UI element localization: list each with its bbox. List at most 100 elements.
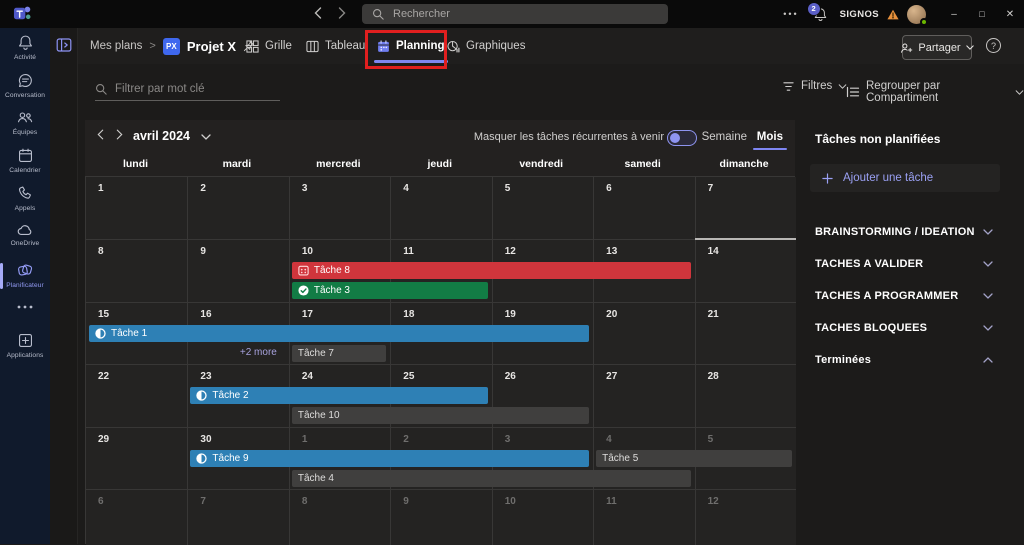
back-icon[interactable]	[314, 7, 322, 19]
bucket-section-header[interactable]: TACHES BLOQUEES	[815, 314, 993, 342]
sidebar-item-Applications[interactable]: Applications	[0, 332, 50, 359]
task-bar[interactable]: Tâche 3	[292, 282, 488, 299]
day-cell[interactable]: 7	[187, 489, 288, 545]
day-cell[interactable]: 29	[86, 427, 187, 489]
add-task-button[interactable]: Ajouter une tâche	[810, 164, 1000, 192]
bucket-section-header[interactable]: Terminées	[815, 346, 993, 374]
task-bar[interactable]: Tâche 7	[292, 345, 386, 362]
task-bar[interactable]: Tâche 4	[292, 470, 691, 487]
task-bar[interactable]: Tâche 2	[190, 387, 487, 404]
person-plus-icon	[900, 42, 913, 54]
day-cell[interactable]: 8	[86, 239, 187, 301]
active-tab-underline	[374, 60, 448, 63]
day-cell[interactable]: 14	[695, 239, 796, 301]
day-number: 25	[403, 371, 414, 382]
org-name: SIGNOS	[840, 9, 879, 20]
help-icon[interactable]: ?	[986, 38, 1001, 53]
day-cell[interactable]: 12	[695, 489, 796, 545]
month-label[interactable]: avril 2024	[133, 129, 190, 143]
day-cell[interactable]: 2	[187, 177, 288, 239]
close-button[interactable]: ✕	[996, 0, 1024, 28]
dots-icon	[17, 305, 33, 309]
day-number: 28	[708, 371, 719, 382]
minimize-button[interactable]: –	[940, 0, 968, 28]
day-number: 11	[606, 496, 617, 507]
tab-graphiques[interactable]: Graphiques	[447, 28, 525, 64]
day-cell[interactable]: 5	[492, 177, 593, 239]
tab-planning[interactable]: Planning	[377, 28, 445, 64]
day-cell[interactable]: 20	[593, 302, 694, 364]
task-bar[interactable]: Tâche 1	[89, 325, 589, 342]
search-input[interactable]: Rechercher	[362, 4, 668, 24]
breadcrumb-my-plans[interactable]: Mes plans	[90, 40, 142, 52]
sidebar-item-OneDrive[interactable]: OneDrive	[0, 222, 50, 247]
bell-icon	[17, 34, 34, 51]
bucket-section-header[interactable]: TACHES A VALIDER	[815, 250, 993, 278]
group-by-dropdown[interactable]: Regrouper par Compartiment	[846, 80, 1024, 104]
day-number: 19	[505, 309, 516, 320]
task-bar[interactable]: Tâche 9	[190, 450, 589, 467]
day-cell[interactable]: 28	[695, 364, 796, 426]
day-number: 23	[200, 371, 211, 382]
day-header-dimanche: dimanche	[694, 158, 795, 170]
keyword-filter-input[interactable]: Filtrer par mot clé	[95, 78, 280, 101]
maximize-button[interactable]: □	[968, 0, 996, 28]
sidebar-item-Conversation[interactable]: Conversation	[0, 72, 50, 99]
day-cell[interactable]: 9	[187, 239, 288, 301]
day-cell[interactable]: 9	[390, 489, 491, 545]
day-cell[interactable]: 6	[86, 489, 187, 545]
day-cell[interactable]: 27	[593, 364, 694, 426]
bucket-section-header[interactable]: BRAINSTORMING / IDEATION	[815, 218, 993, 246]
day-number: 20	[606, 309, 617, 320]
day-cell[interactable]: 7	[695, 177, 796, 239]
chevron-down-icon[interactable]	[983, 325, 993, 331]
chevron-up-icon[interactable]	[983, 357, 993, 363]
people-icon	[16, 109, 34, 126]
day-cell[interactable]: 3	[289, 177, 390, 239]
forward-icon[interactable]	[338, 7, 346, 19]
filters-dropdown[interactable]: Filtres	[782, 80, 847, 92]
plan-initials-badge: PX	[163, 38, 180, 55]
day-cell[interactable]: 10	[492, 489, 593, 545]
chevron-down-icon[interactable]	[983, 293, 993, 299]
previous-month-icon[interactable]	[97, 129, 104, 140]
toggle-knob	[670, 133, 680, 143]
chevron-down-icon[interactable]	[983, 229, 993, 235]
day-number: 8	[98, 246, 104, 257]
next-month-icon[interactable]	[116, 129, 123, 140]
sidebar-item-more[interactable]	[0, 305, 50, 309]
day-cell[interactable]: 1	[86, 177, 187, 239]
share-button[interactable]: Partager	[902, 35, 972, 60]
sidebar-item-label: Planificateur	[6, 282, 44, 289]
month-view-button[interactable]: Mois	[757, 131, 783, 143]
tab-tableau[interactable]: Tableau	[306, 28, 365, 64]
sidebar-item-Équipes[interactable]: Équipes	[0, 109, 50, 136]
sidebar-item-Activité[interactable]: Activité	[0, 34, 50, 61]
sidebar-item-Appels[interactable]: Appels	[0, 185, 50, 212]
day-cell[interactable]: 22	[86, 364, 187, 426]
day-cell[interactable]: 21	[695, 302, 796, 364]
sidebar-item-Planificateur[interactable]: Planificateur	[0, 261, 50, 289]
task-bar[interactable]: Tâche 8	[292, 262, 691, 279]
more-tasks-link[interactable]: +2 more	[187, 347, 276, 358]
expand-sidebar-icon[interactable]	[56, 37, 72, 53]
sidebar-item-Calendrier[interactable]: Calendrier	[0, 147, 50, 174]
day-cell[interactable]: 11	[593, 489, 694, 545]
chevron-down-icon[interactable]	[201, 134, 211, 140]
task-bar[interactable]: Tâche 10	[292, 407, 589, 424]
hide-recurring-toggle[interactable]	[667, 130, 697, 146]
sidebar-item-label: Appels	[15, 205, 36, 212]
day-cell[interactable]: 4	[390, 177, 491, 239]
day-cell[interactable]: 6	[593, 177, 694, 239]
chevron-down-icon[interactable]	[983, 261, 993, 267]
more-options-icon[interactable]: •••	[783, 9, 798, 19]
day-cell[interactable]: 8	[289, 489, 390, 545]
day-number: 5	[708, 434, 714, 445]
task-bar[interactable]: Tâche 5	[596, 450, 792, 467]
tab-label: Grille	[265, 40, 292, 52]
tab-grille[interactable]: Grille	[246, 28, 292, 64]
avatar[interactable]	[907, 5, 926, 24]
week-view-button[interactable]: Semaine	[702, 131, 747, 143]
notifications-icon[interactable]: 2	[813, 7, 828, 22]
bucket-section-header[interactable]: TACHES A PROGRAMMER	[815, 282, 993, 310]
